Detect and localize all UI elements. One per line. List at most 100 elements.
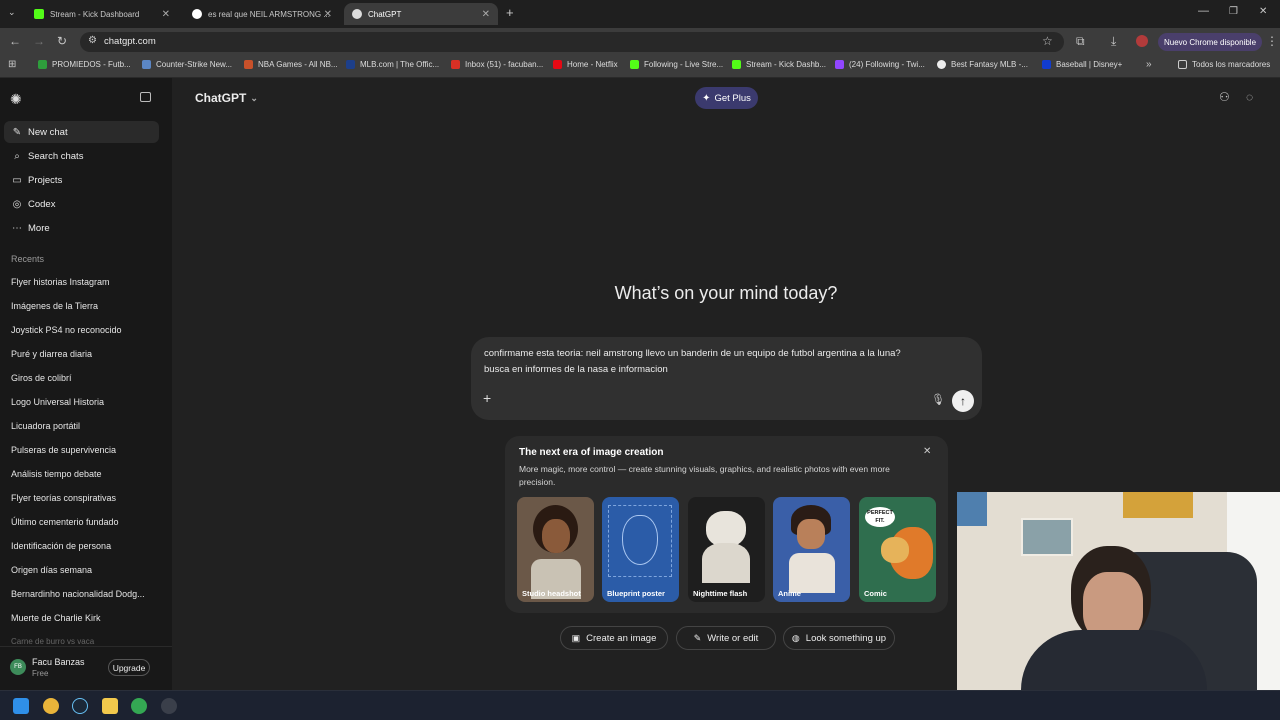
forward-icon[interactable]: → bbox=[33, 34, 45, 48]
menu-icon[interactable]: ⋮ bbox=[1266, 34, 1278, 48]
anime-shirt bbox=[789, 553, 835, 593]
webcam-painting bbox=[1021, 518, 1073, 556]
bookmark-favicon-icon bbox=[1042, 60, 1051, 69]
openai-logo-icon[interactable]: ✺ bbox=[10, 91, 22, 108]
recent-chat-item[interactable]: Análisis tiempo debate bbox=[11, 469, 102, 479]
address-bar[interactable]: ⚙ chatgpt.com ☆ bbox=[80, 32, 1064, 52]
bookmark-item[interactable]: Inbox (51) - facuban... bbox=[451, 60, 543, 69]
temporary-chat-icon[interactable]: ◌ bbox=[1246, 90, 1253, 104]
recent-chat-item[interactable]: Licuadora portátil bbox=[11, 421, 80, 431]
recent-chat-item[interactable]: Logo Universal Historia bbox=[11, 397, 104, 407]
get-plus-button[interactable]: ✦ Get Plus bbox=[695, 87, 758, 109]
new-chat-button[interactable]: ✎ New chat bbox=[4, 121, 159, 143]
bookmark-favicon-icon bbox=[553, 60, 562, 69]
write-or-edit-button[interactable]: ✎ Write or edit bbox=[676, 626, 776, 650]
tab-kick-dashboard[interactable]: Stream - Kick Dashboard ✕ bbox=[26, 3, 178, 25]
card-label: Blueprint poster bbox=[607, 589, 665, 598]
microphone-icon[interactable]: 🎙 bbox=[931, 393, 945, 406]
action-label: Create an image bbox=[586, 632, 657, 644]
bookmark-label: NBA Games - All NB... bbox=[258, 60, 338, 69]
bookmark-item[interactable]: (24) Following - Twi... bbox=[835, 60, 925, 69]
create-image-button[interactable]: ▣ Create an image bbox=[560, 626, 668, 650]
chrome-profile-taskbar-icon[interactable] bbox=[131, 698, 147, 714]
upgrade-button[interactable]: Upgrade bbox=[108, 659, 150, 676]
extensions-icon[interactable]: ⧉ bbox=[1076, 34, 1085, 49]
card-blueprint-poster[interactable]: Blueprint poster bbox=[602, 497, 679, 602]
close-icon[interactable]: ✕ bbox=[482, 9, 490, 20]
site-info-icon[interactable]: ⚙ bbox=[88, 35, 97, 46]
recent-chat-item[interactable]: Joystick PS4 no reconocido bbox=[11, 325, 122, 335]
add-person-icon[interactable]: ⚇ bbox=[1219, 90, 1230, 104]
projects-button[interactable]: ▭ Projects bbox=[4, 169, 159, 191]
look-something-up-button[interactable]: ◍ Look something up bbox=[783, 626, 895, 650]
chrome-update-button[interactable]: Nuevo Chrome disponible bbox=[1158, 33, 1262, 51]
bookmark-item[interactable]: Best Fantasy MLB -... bbox=[937, 60, 1028, 69]
steam-icon[interactable] bbox=[72, 698, 88, 714]
minimize-icon[interactable]: — bbox=[1198, 5, 1209, 17]
composer[interactable]: confirmame esta teoria: neil amstrong ll… bbox=[471, 337, 982, 420]
card-anime[interactable]: Anime bbox=[773, 497, 850, 602]
bookmark-item[interactable]: NBA Games - All NB... bbox=[244, 60, 338, 69]
tab-google-search[interactable]: es real que NEIL ARMSTRONG ... ✕ bbox=[184, 3, 340, 25]
model-selector[interactable]: ChatGPT ⌄ bbox=[195, 91, 258, 105]
recent-chat-item[interactable]: Imágenes de la Tierra bbox=[11, 301, 98, 311]
obs-icon[interactable] bbox=[161, 698, 177, 714]
nav-label: Codex bbox=[28, 198, 56, 210]
card-nighttime-flash[interactable]: Nighttime flash bbox=[688, 497, 765, 602]
recent-chat-item[interactable]: Carne de burro vs vaca bbox=[11, 637, 94, 646]
bookmark-item[interactable]: Stream - Kick Dashb... bbox=[732, 60, 826, 69]
chrome-taskbar-icon[interactable] bbox=[43, 698, 59, 714]
recent-chat-item[interactable]: Pulseras de supervivencia bbox=[11, 445, 116, 455]
close-sidebar-icon[interactable] bbox=[140, 92, 151, 102]
card-studio-headshot[interactable]: Studio headshot bbox=[517, 497, 594, 602]
new-tab-icon[interactable]: + bbox=[506, 5, 514, 20]
codex-button[interactable]: ◎ Codex bbox=[4, 193, 159, 215]
recent-chat-item[interactable]: Último cementerio fundado bbox=[11, 517, 119, 527]
bookmark-item[interactable]: Home - Netflix bbox=[553, 60, 618, 69]
apps-icon[interactable]: ⊞ bbox=[8, 59, 16, 70]
recent-chat-item[interactable]: Identificación de persona bbox=[11, 541, 111, 551]
bookmark-favicon-icon bbox=[732, 60, 741, 69]
bookmark-label: (24) Following - Twi... bbox=[849, 60, 925, 69]
image-icon: ▣ bbox=[571, 632, 581, 643]
bookmark-item[interactable]: PROMIEDOS - Futb... bbox=[38, 60, 131, 69]
send-button[interactable]: ↑ bbox=[952, 390, 974, 412]
recent-chat-item[interactable]: Bernardinho nacionalidad Dodg... bbox=[11, 589, 145, 599]
tab-search-icon[interactable]: ⌄ bbox=[8, 7, 16, 18]
all-bookmarks[interactable]: Todos los marcadores bbox=[1178, 60, 1270, 69]
back-icon[interactable]: ← bbox=[9, 34, 21, 48]
windows-start-icon[interactable] bbox=[13, 698, 29, 714]
headshot-face bbox=[542, 519, 570, 553]
close-icon[interactable]: ✕ bbox=[324, 9, 332, 20]
bookmark-item[interactable]: Following - Live Stre... bbox=[630, 60, 723, 69]
card-label: Anime bbox=[778, 589, 801, 598]
recent-chat-item[interactable]: Giros de colibrí bbox=[11, 373, 72, 383]
recent-chat-item[interactable]: Flyer teorías conspirativas bbox=[11, 493, 116, 503]
card-comic[interactable]: PERFECT FIT. Comic bbox=[859, 497, 936, 602]
close-icon[interactable]: ✕ bbox=[162, 9, 170, 20]
recent-chat-item[interactable]: Origen días semana bbox=[11, 565, 92, 575]
tab-chatgpt[interactable]: ChatGPT ✕ bbox=[344, 3, 498, 25]
search-chats-button[interactable]: ⌕ Search chats bbox=[4, 145, 159, 167]
bookmark-item[interactable]: MLB.com | The Offic... bbox=[346, 60, 439, 69]
recent-chat-item[interactable]: Flyer historias Instagram bbox=[11, 277, 110, 287]
reload-icon[interactable]: ↻ bbox=[57, 34, 67, 48]
restore-icon[interactable]: ❐ bbox=[1229, 6, 1238, 17]
promo-description: More magic, more control — create stunni… bbox=[519, 464, 890, 487]
attach-plus-icon[interactable]: + bbox=[483, 390, 491, 406]
get-plus-label: Get Plus bbox=[714, 92, 751, 104]
profile-avatar[interactable] bbox=[1136, 35, 1148, 47]
more-button[interactable]: ⋯ More bbox=[4, 217, 159, 239]
edit-icon: ✎ bbox=[12, 126, 22, 138]
recent-chat-item[interactable]: Puré y diarrea diaria bbox=[11, 349, 92, 359]
user-panel[interactable]: FB Facu Banzas Free Upgrade bbox=[0, 646, 172, 690]
star-icon[interactable]: ☆ bbox=[1042, 34, 1053, 48]
bookmark-item[interactable]: Counter-Strike New... bbox=[142, 60, 232, 69]
more-bookmarks-icon[interactable]: » bbox=[1146, 59, 1152, 70]
recent-chat-item[interactable]: Muerte de Charlie Kirk bbox=[11, 613, 101, 623]
bookmark-item[interactable]: Baseball | Disney+ bbox=[1042, 60, 1122, 69]
window-close-icon[interactable]: ✕ bbox=[1259, 6, 1267, 17]
download-icon[interactable]: ⤓ bbox=[1111, 34, 1116, 49]
close-icon[interactable]: ✕ bbox=[923, 446, 931, 457]
file-explorer-icon[interactable] bbox=[102, 698, 118, 714]
